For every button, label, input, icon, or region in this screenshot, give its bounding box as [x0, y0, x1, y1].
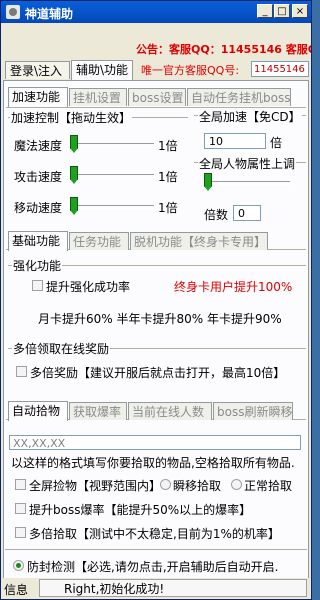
- attack-speed-label: 攻击速度: [14, 170, 63, 184]
- fullscreen-pickup-label: 全屏捡物【视野范围内】: [29, 479, 162, 493]
- multiplier-input[interactable]: 0: [233, 205, 261, 221]
- global-speed-input[interactable]: 10: [204, 133, 266, 149]
- instant-pickup-label: 瞬移拾取: [173, 479, 222, 493]
- official-qq-field[interactable]: 11455146: [251, 61, 309, 77]
- minimize-button[interactable]: _: [257, 4, 273, 18]
- normal-pickup-label: 正常拾取: [244, 479, 293, 493]
- tab-auto-pickup[interactable]: 自动拾物: [8, 401, 68, 421]
- anti-ban-radio[interactable]: [13, 560, 24, 571]
- boss-rate-checkbox[interactable]: [15, 503, 26, 514]
- move-speed-label: 移动速度: [14, 201, 63, 215]
- multi-reward-label: 多倍奖励【建议开服后就点击打开，最高10倍】: [30, 366, 286, 380]
- tab-quest-functions[interactable]: 任务功能: [69, 232, 129, 250]
- maximize-button[interactable]: □: [274, 4, 290, 18]
- pickup-items-input[interactable]: XX,XX,XX: [9, 435, 301, 450]
- speed-control-group-label: 加速控制【拖动生效】: [10, 109, 133, 126]
- magic-speed-label: 魔法速度: [14, 139, 63, 153]
- title-bar[interactable]: 神道辅助 _ □ ×: [1, 1, 311, 23]
- tab-drop-rate[interactable]: 获取爆率: [69, 402, 127, 420]
- tab-login-inject[interactable]: 登录\注入: [5, 61, 70, 79]
- enhance-success-checkbox[interactable]: [32, 280, 43, 291]
- tab-boss-settings[interactable]: boss设置: [128, 88, 186, 106]
- notice-bar: 公告：客服QQ：11455146 客服QQ: [1, 35, 311, 55]
- tab-assist-functions[interactable]: 辅助\功能: [71, 60, 133, 80]
- multi-pickup-checkbox[interactable]: [15, 527, 26, 538]
- move-speed-value: 1倍: [158, 201, 178, 215]
- tab-basic-functions[interactable]: 基础功能: [8, 231, 68, 251]
- boss-rate-label: 提升boss爆率【能提升50%以上的爆率】: [29, 503, 252, 517]
- status-bar: 信息 Right,初始化成功!: [1, 578, 311, 599]
- enhance-success-label: 提升强化成功率: [46, 280, 131, 294]
- global-attr-group-label: 全局人物属性上调: [198, 155, 297, 172]
- multi-reward-group-label: 多倍领取在线奖励: [12, 340, 111, 357]
- status-label: 信息: [4, 583, 29, 597]
- tab-auto-quest-boss[interactable]: 自动任务挂机boss: [187, 88, 291, 106]
- assist-panel: 加速功能 挂机设置 boss设置 自动任务挂机boss 加速控制【拖动生效】 魔…: [3, 80, 309, 597]
- pickup-hint: 以这样的格式填写你要拾取的物品,空格拾取所有物品.: [11, 456, 295, 470]
- attack-speed-value: 1倍: [158, 170, 178, 184]
- anti-ban-label: 防封检测【必选,请勿点击,开启辅助后自动开启.: [27, 560, 279, 574]
- card-bonus-info: 月卡提升60% 半年卡提升80% 年卡提升90%: [38, 312, 282, 326]
- main-window: 神道辅助 _ □ × 公告：客服QQ：11455146 客服QQ 登录\注入 辅…: [0, 0, 312, 600]
- multi-pickup-label: 多倍拾取【测试中不太稳定,目前为1%的机率】: [29, 527, 280, 541]
- move-speed-slider[interactable]: [70, 197, 78, 215]
- multiplier-label: 倍数: [204, 208, 229, 222]
- official-qq-label: 唯一官方客服QQ号:: [141, 64, 240, 77]
- instant-pickup-radio[interactable]: [160, 479, 171, 490]
- lifetime-card-note: 终身卡用户提升100%: [174, 280, 293, 294]
- tab-speed[interactable]: 加速功能: [8, 87, 68, 107]
- tab-offline-functions[interactable]: 脱机功能【终身卡专用】: [130, 232, 268, 250]
- normal-pickup-radio[interactable]: [231, 479, 242, 490]
- magic-speed-slider[interactable]: [70, 135, 78, 153]
- attack-speed-slider[interactable]: [70, 166, 78, 184]
- window-title: 神道辅助: [25, 7, 74, 21]
- magic-speed-value: 1倍: [158, 139, 178, 153]
- global-speed-group-label: 全局加速【免CD】: [198, 108, 302, 125]
- global-attr-slider[interactable]: [204, 173, 212, 191]
- tab-boss-teleport[interactable]: boss刷新瞬移: [213, 402, 293, 420]
- close-button[interactable]: ×: [292, 4, 308, 18]
- notice-text: 公告：客服QQ：11455146 客服QQ: [136, 43, 311, 55]
- global-speed-unit: 倍: [270, 136, 283, 150]
- enhance-group-label: 强化功能: [12, 257, 63, 274]
- multi-reward-checkbox[interactable]: [16, 366, 27, 377]
- fullscreen-pickup-checkbox[interactable]: [15, 479, 26, 490]
- tab-online-count[interactable]: 当前在线人数: [128, 402, 212, 420]
- app-icon: [6, 5, 20, 19]
- tab-idle-settings[interactable]: 挂机设置: [69, 88, 127, 106]
- status-message: Right,初始化成功!: [39, 579, 307, 597]
